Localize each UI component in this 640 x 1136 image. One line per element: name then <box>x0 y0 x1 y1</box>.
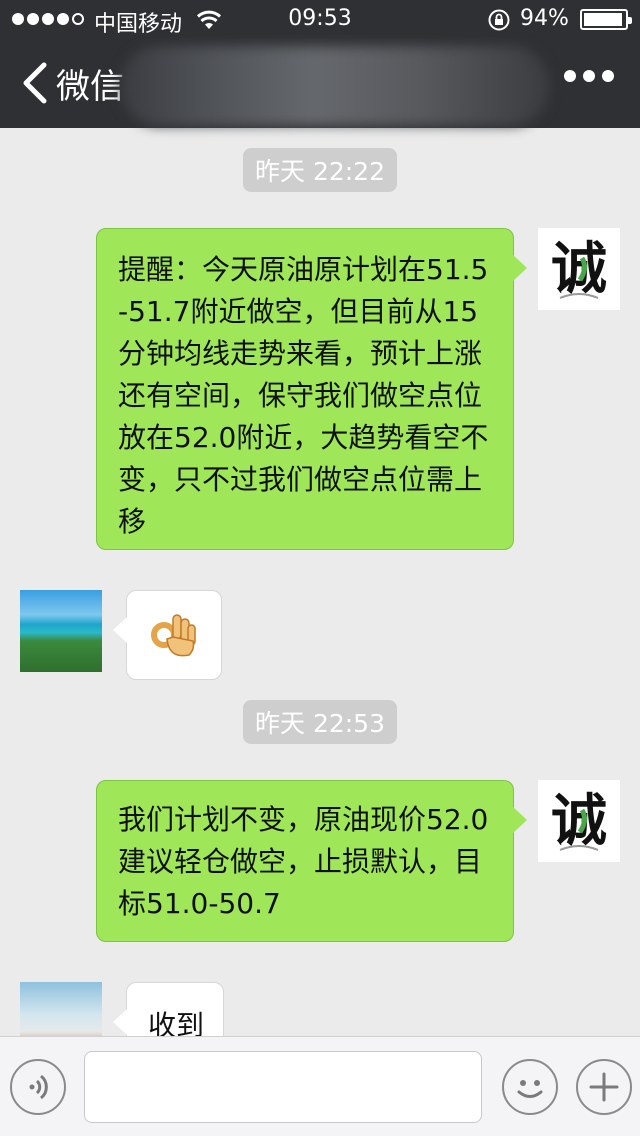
timestamp: 昨天 22:22 <box>0 148 640 192</box>
message-bubble[interactable]: 我们计划不变，原油现价52.0建议轻仓做空，止损默认，目标51.0-50.7 <box>96 780 527 942</box>
chevron-left-icon <box>23 62 47 104</box>
contact-avatar[interactable] <box>20 590 102 672</box>
message-text: 提醒：今天原油原计划在51.5-51.7附近做空，但目前从15分钟均线走势来看，… <box>118 253 489 538</box>
contact-avatar[interactable] <box>20 982 102 1036</box>
my-avatar[interactable]: 诚 <box>538 780 620 862</box>
message-bubble[interactable]: 收到 <box>113 982 224 1036</box>
message-list[interactable]: 昨天 22:22 诚 提醒：今天原油原计划在51.5-51.7附近做空，但目前从… <box>0 128 640 1036</box>
message-text: 收到 <box>148 1009 205 1036</box>
battery-percent: 94% <box>520 6 569 31</box>
svg-text:诚: 诚 <box>551 236 607 302</box>
message-bubble[interactable] <box>113 590 222 680</box>
back-label: 微信 <box>56 66 124 107</box>
ok-hand-icon <box>151 614 196 657</box>
message-text: 我们计划不变，原油现价52.0建议轻仓做空，止损默认，目标51.0-50.7 <box>118 803 489 920</box>
nav-bar: 微信 <box>0 40 640 128</box>
input-bar <box>0 1036 640 1136</box>
message-input[interactable] <box>84 1051 482 1123</box>
status-bar: 中国移动 09:53 94% <box>0 0 640 40</box>
plus-icon <box>589 1072 619 1102</box>
blurred-chat-title <box>120 46 550 126</box>
emoji-icon <box>517 1080 543 1098</box>
calligraphy-logo-icon: 诚 <box>551 788 607 854</box>
more-dots-icon[interactable] <box>564 70 614 82</box>
my-avatar[interactable]: 诚 <box>538 228 620 310</box>
rotation-lock-icon <box>488 9 510 31</box>
voice-icon <box>29 1074 48 1100</box>
voice-button[interactable] <box>10 1059 66 1115</box>
svg-text:诚: 诚 <box>551 788 607 854</box>
calligraphy-logo-icon: 诚 <box>551 236 607 302</box>
back-button[interactable]: 微信 <box>18 60 124 107</box>
emoji-button[interactable] <box>502 1059 558 1115</box>
battery-icon <box>580 9 632 30</box>
timestamp: 昨天 22:53 <box>0 700 640 744</box>
plus-button[interactable] <box>576 1059 632 1115</box>
message-bubble[interactable]: 提醒：今天原油原计划在51.5-51.7附近做空，但目前从15分钟均线走势来看，… <box>96 228 527 550</box>
